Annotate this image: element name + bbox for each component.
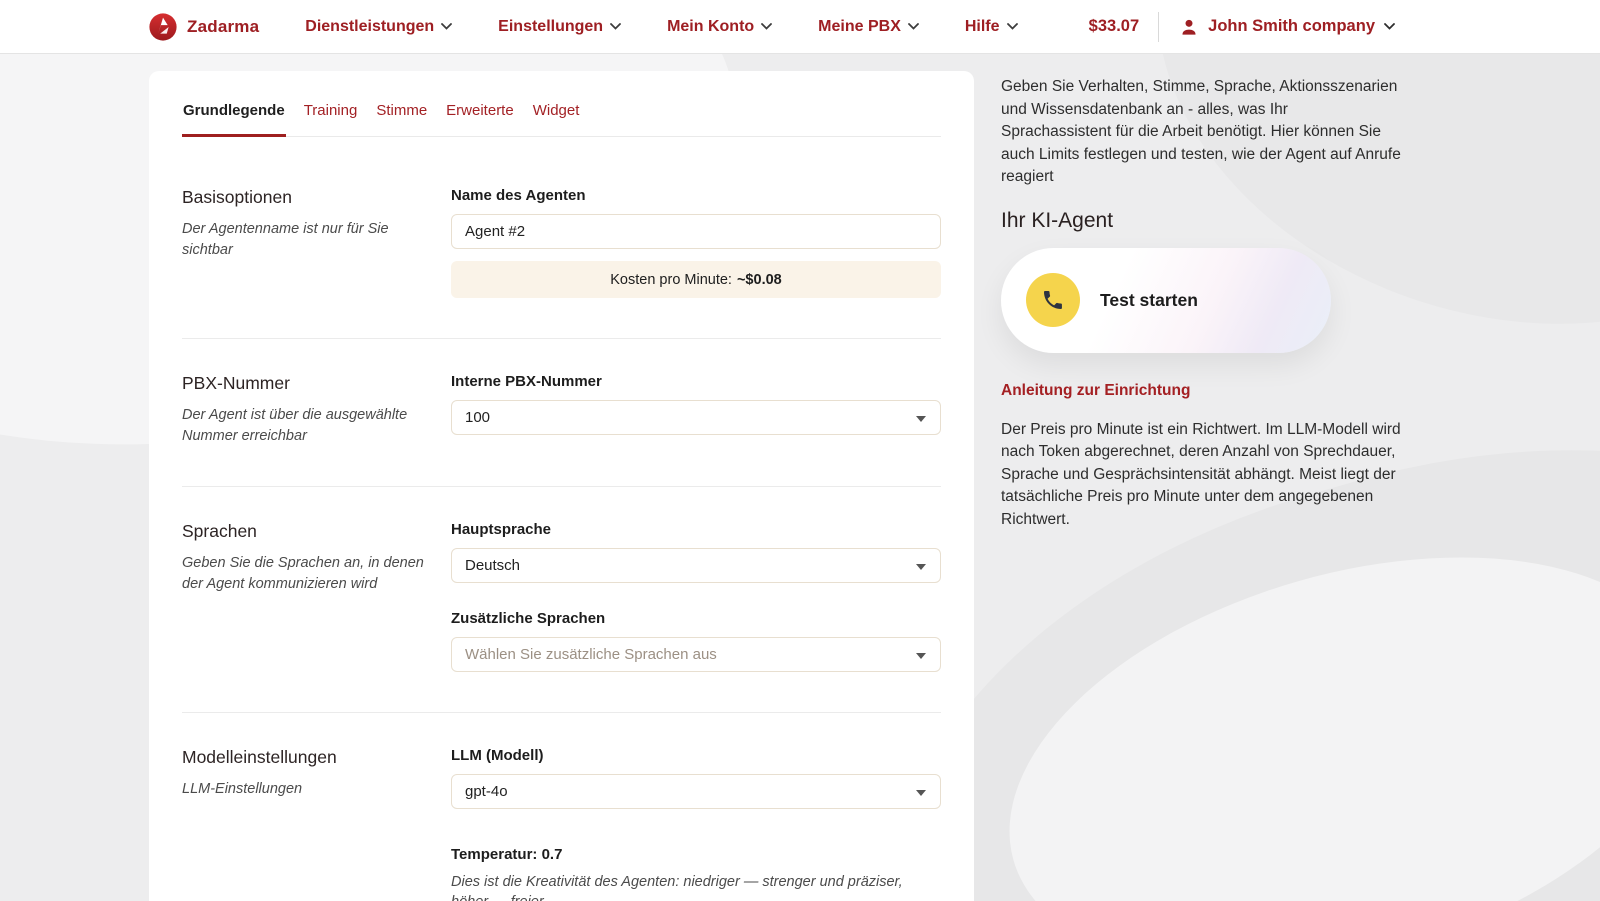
- tab-grundlegende[interactable]: Grundlegende: [182, 102, 286, 137]
- select-value: gpt-4o: [465, 783, 508, 801]
- phone-icon-circle: [1026, 273, 1080, 327]
- zadarma-logo[interactable]: Zadarma: [148, 12, 259, 42]
- section-basisoptionen: Basisoptionen Der Agentenname ist nur fü…: [182, 137, 941, 339]
- brand-name: Zadarma: [187, 16, 260, 36]
- agent-name-input[interactable]: [451, 214, 941, 249]
- nav-label: Hilfe: [964, 17, 1000, 35]
- tab-erweiterte[interactable]: Erweiterte: [445, 102, 515, 137]
- section-description: Der Agentenname ist nur für Sie sichtbar: [182, 221, 389, 258]
- sidebar-intro-text: Geben Sie Verhalten, Stimme, Sprache, Ak…: [1001, 78, 1401, 185]
- section-pbx-nummer: PBX-Nummer Der Agent ist über die ausgew…: [182, 339, 941, 488]
- agent-settings-card: Grundlegende Training Stimme Erweiterte …: [149, 71, 974, 901]
- main-language-select[interactable]: Deutsch: [451, 548, 941, 584]
- nav-label: Meine PBX: [818, 17, 901, 35]
- nav-item-dienstleistungen[interactable]: Dienstleistungen: [305, 17, 453, 36]
- setup-guide-link[interactable]: Anleitung zur Einrichtung: [1001, 382, 1190, 400]
- dropdown-arrow-icon: [916, 789, 926, 796]
- phone-icon: [1044, 291, 1062, 309]
- agent-name-label: Name des Agenten: [451, 187, 586, 204]
- main-nav: Dienstleistungen Einstellungen Mein Kont…: [305, 17, 1018, 36]
- select-placeholder: Wählen Sie zusätzliche Sprachen aus: [465, 646, 717, 664]
- chevron-down-icon: [441, 23, 453, 30]
- dropdown-arrow-icon: [916, 563, 926, 570]
- chevron-down-icon: [1006, 23, 1018, 30]
- pricing-note-text: Der Preis pro Minute ist ein Richtwert. …: [1001, 420, 1401, 528]
- section-title: Basisoptionen: [182, 187, 292, 207]
- tab-stimme[interactable]: Stimme: [375, 102, 428, 137]
- section-title: Sprachen: [182, 521, 257, 542]
- nav-label: Mein Konto: [667, 17, 755, 35]
- nav-item-hilfe[interactable]: Hilfe: [965, 18, 1018, 36]
- background-swirl: [961, 484, 1600, 901]
- pbx-number-select[interactable]: 100: [451, 400, 941, 435]
- section-title: Modelleinstellungen: [182, 747, 337, 768]
- cost-value: ~$0.08: [736, 271, 782, 288]
- header-divider: [1158, 11, 1160, 42]
- cost-label: Kosten pro Minute:: [610, 271, 732, 288]
- nav-label: Dienstleistungen: [305, 17, 435, 35]
- section-title: PBX-Nummer: [182, 373, 290, 393]
- tab-training[interactable]: Training: [303, 102, 359, 137]
- nav-item-mein-konto[interactable]: Mein Konto: [667, 17, 773, 36]
- section-sprachen: Sprachen Geben Sie die Sprachen an, in d…: [182, 487, 941, 714]
- account-balance[interactable]: $33.07: [1089, 17, 1139, 36]
- header-right: $33.07 John Smith company: [1089, 11, 1395, 42]
- select-value: Deutsch: [465, 557, 521, 575]
- section-description: LLM-Einstellungen: [182, 781, 303, 798]
- main-language-label: Hauptsprache: [451, 521, 552, 539]
- chevron-down-icon: [610, 23, 621, 30]
- temperature-label: Temperatur: 0.7: [451, 846, 563, 864]
- user-name: John Smith company: [1208, 17, 1375, 35]
- additional-languages-label: Zusätzliche Sprachen: [451, 610, 606, 628]
- dropdown-arrow-icon: [916, 415, 926, 422]
- sidebar-heading: Ihr KI-Agent: [1001, 208, 1114, 232]
- zadarma-sphere-icon: [148, 12, 178, 42]
- llm-model-select[interactable]: gpt-4o: [451, 774, 941, 810]
- section-modelleinstellungen: Modelleinstellungen LLM-Einstellungen LL…: [182, 713, 941, 901]
- chevron-down-icon: [761, 23, 773, 30]
- info-sidebar: Geben Sie Verhalten, Stimme, Sprache, Ak…: [1001, 76, 1401, 531]
- tab-widget[interactable]: Widget: [532, 102, 581, 137]
- select-value: 100: [465, 409, 491, 426]
- test-button-label: Test starten: [1100, 289, 1198, 310]
- nav-item-meine-pbx[interactable]: Meine PBX: [818, 18, 919, 36]
- cost-per-minute-note: Kosten pro Minute: ~$0.08: [451, 261, 941, 298]
- dropdown-arrow-icon: [916, 652, 926, 659]
- person-icon: [1182, 19, 1196, 35]
- additional-languages-select[interactable]: Wählen Sie zusätzliche Sprachen aus: [451, 637, 941, 673]
- llm-model-label: LLM (Modell): [451, 747, 544, 765]
- temperature-description: Dies ist die Kreativität des Agenten: ni…: [451, 874, 903, 901]
- nav-item-einstellungen[interactable]: Einstellungen: [498, 18, 621, 36]
- user-menu[interactable]: John Smith company: [1179, 17, 1395, 37]
- section-description: Der Agent ist über die ausgewählte Numme…: [182, 407, 408, 444]
- chevron-down-icon: [1384, 23, 1395, 30]
- chevron-down-icon: [907, 23, 919, 30]
- nav-label: Einstellungen: [498, 17, 604, 35]
- section-description: Geben Sie die Sprachen an, in denen der …: [182, 555, 424, 592]
- pbx-number-label: Interne PBX-Nummer: [451, 373, 602, 390]
- top-nav-bar: Zadarma Dienstleistungen Einstellungen M…: [0, 0, 1600, 54]
- test-start-button[interactable]: Test starten: [1001, 247, 1331, 353]
- tab-bar: Grundlegende Training Stimme Erweiterte …: [182, 71, 941, 137]
- page-body: Grundlegende Training Stimme Erweiterte …: [0, 54, 1600, 901]
